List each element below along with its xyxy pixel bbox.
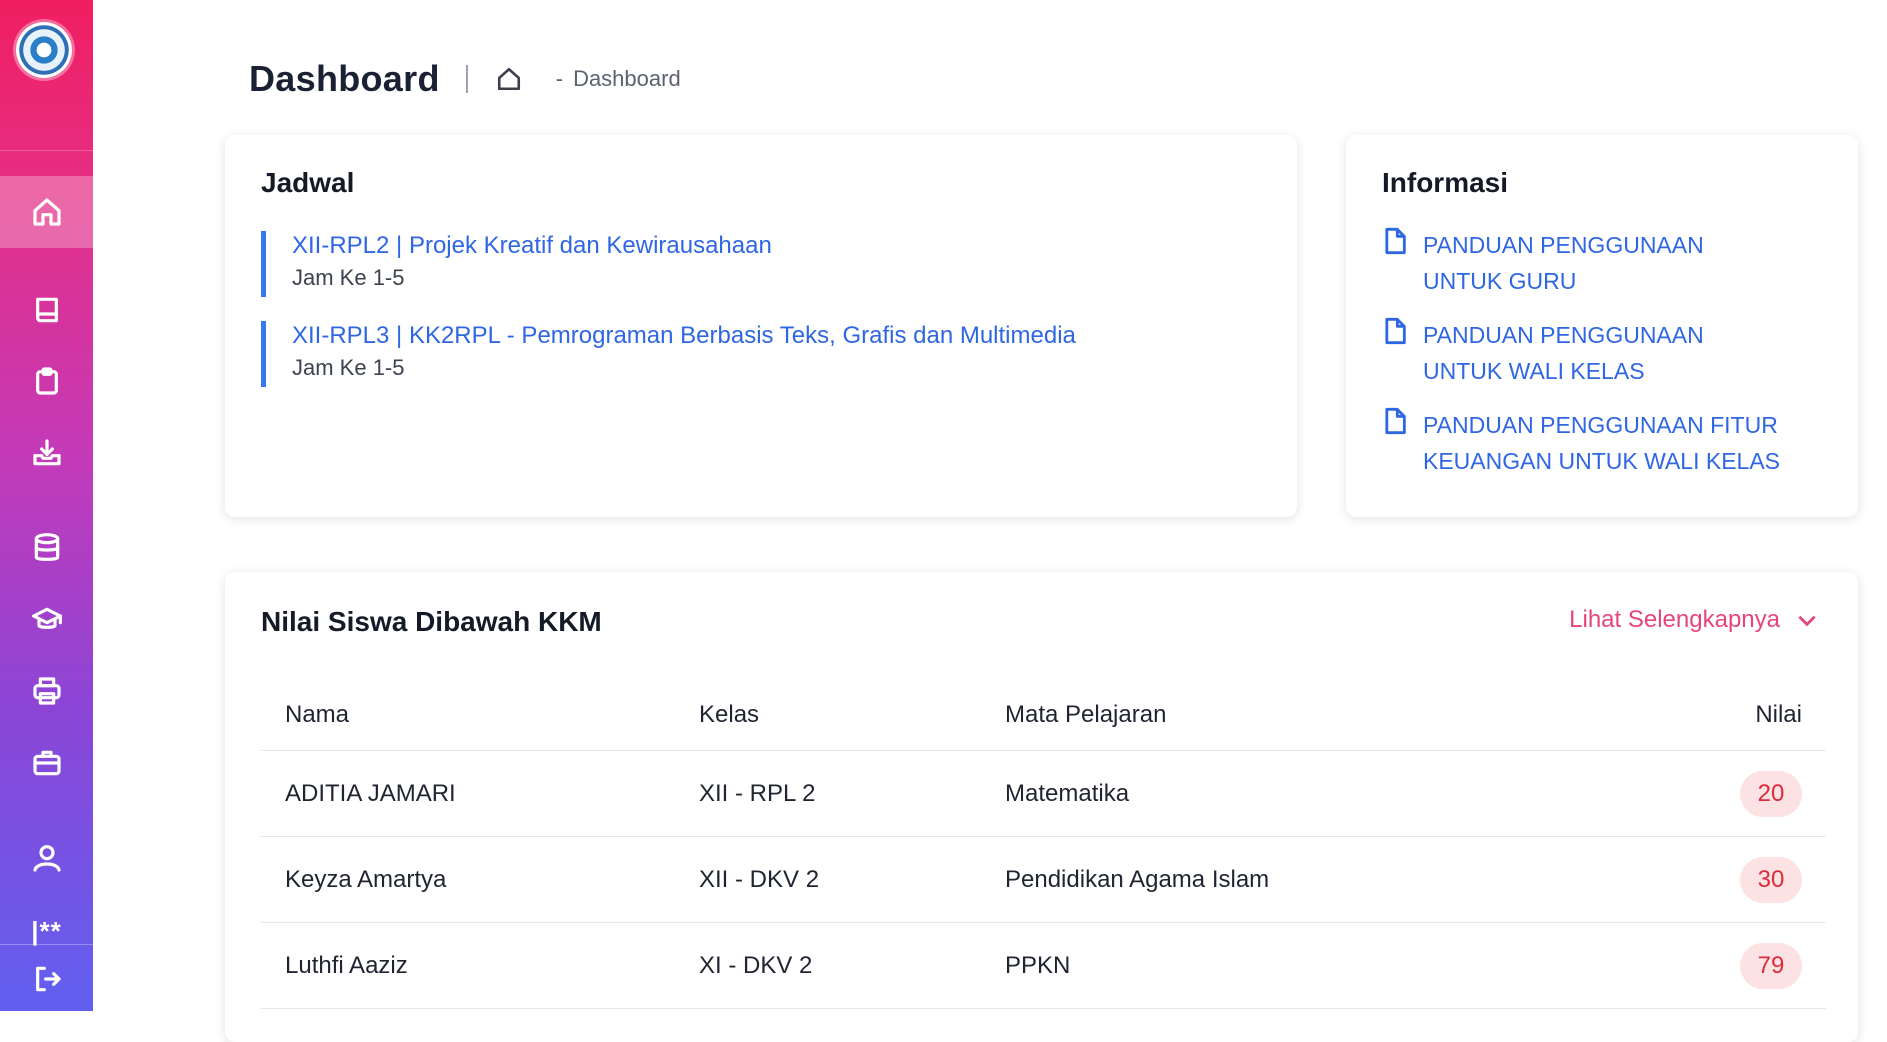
page-title: Dashboard (249, 58, 440, 99)
breadcrumb-separator: - (555, 66, 564, 91)
breadcrumb-current: Dashboard (573, 66, 681, 91)
home-icon (497, 67, 520, 91)
graduation-cap-icon (31, 607, 62, 629)
jadwal-item-time: Jam Ke 1-5 (292, 355, 405, 380)
book-icon (35, 297, 58, 323)
informasi-card: Informasi PANDUAN PENGGUNAAN UNTUK GURU … (1346, 135, 1858, 517)
sidebar-item-clipboard[interactable] (0, 345, 93, 417)
school-logo[interactable] (16, 22, 72, 78)
sidebar-item-graduation[interactable] (0, 584, 93, 656)
column-header-nilai: Nilai (1755, 701, 1802, 728)
password-icon: |** (31, 915, 62, 946)
nilai-badge: 30 (1740, 856, 1802, 903)
cell-mapel: Matematika (1005, 779, 1130, 807)
cell-nilai: 79 (1740, 923, 1802, 1008)
sidebar-divider (0, 944, 93, 945)
cell-mapel: PPKN (1005, 951, 1071, 979)
informasi-link-guru[interactable]: PANDUAN PENGGUNAAN UNTUK GURU (1423, 227, 1783, 299)
nilai-badge: 79 (1740, 942, 1802, 989)
sidebar-item-database[interactable] (0, 512, 93, 584)
breadcrumb-home[interactable] (496, 66, 522, 92)
table-row: Keyza Amartya XII - DKV 2 Pendidikan Aga… (261, 837, 1826, 923)
cell-nama: Luthfi Aaziz (285, 951, 408, 979)
cell-nilai: 30 (1740, 837, 1802, 922)
sidebar-item-download[interactable] (0, 417, 93, 489)
document-icon (1385, 407, 1406, 435)
nilai-table: Nama Kelas Mata Pelajaran Nilai ADITIA J… (261, 680, 1826, 1009)
page-header: Dashboard - Dashboard (249, 54, 681, 104)
jadwal-title: Jadwal (261, 167, 355, 198)
nilai-badge: 20 (1740, 770, 1802, 817)
jadwal-item-time: Jam Ke 1-5 (292, 265, 405, 290)
jadwal-item-link[interactable]: XII-RPL3 | KK2RPL - Pemrograman Berbasis… (292, 321, 1076, 351)
sidebar-item-home[interactable] (0, 176, 93, 248)
chevron-down-icon (1798, 615, 1816, 627)
cell-nilai: 20 (1740, 751, 1802, 836)
jadwal-item: XII-RPL3 | KK2RPL - Pemrograman Berbasis… (261, 321, 1076, 387)
cell-kelas: XII - DKV 2 (699, 865, 820, 893)
printer-icon (32, 677, 61, 705)
sidebar-item-book[interactable] (0, 274, 93, 346)
sidebar-logo-area (0, 0, 93, 151)
document-icon (1385, 317, 1406, 345)
informasi-title: Informasi (1382, 167, 1509, 198)
document-icon (1385, 227, 1406, 255)
table-row: Luthfi Aaziz XI - DKV 2 PPKN 79 (261, 923, 1826, 1009)
lihat-selengkapnya-label: Lihat Selengkapnya (1569, 606, 1780, 633)
cell-kelas: XI - DKV 2 (699, 951, 813, 979)
informasi-item[interactable]: PANDUAN PENGGUNAAN UNTUK WALI KELAS (1382, 317, 1783, 389)
jadwal-item: XII-RPL2 | Projek Kreatif dan Kewirausah… (261, 231, 772, 297)
nilai-title: Nilai Siswa Dibawah KKM (261, 606, 602, 637)
database-icon (34, 533, 59, 561)
column-header-kelas: Kelas (699, 701, 760, 728)
informasi-item[interactable]: PANDUAN PENGGUNAAN FITUR KEUANGAN UNTUK … (1382, 407, 1783, 479)
header-divider (465, 65, 468, 93)
download-tray-icon (32, 439, 61, 466)
column-header-mapel: Mata Pelajaran (1005, 701, 1167, 728)
table-header-row: Nama Kelas Mata Pelajaran Nilai (261, 680, 1826, 751)
informasi-link-wali-kelas[interactable]: PANDUAN PENGGUNAAN UNTUK WALI KELAS (1423, 317, 1783, 389)
logout-icon (35, 966, 61, 991)
informasi-link-keuangan[interactable]: PANDUAN PENGGUNAAN FITUR KEUANGAN UNTUK … (1423, 407, 1783, 479)
sidebar-item-logout[interactable] (0, 946, 93, 1011)
informasi-item[interactable]: PANDUAN PENGGUNAAN UNTUK GURU (1382, 227, 1783, 299)
cell-kelas: XII - RPL 2 (699, 779, 816, 807)
cell-nama: ADITIA JAMARI (285, 779, 456, 807)
jadwal-card: Jadwal XII-RPL2 | Projek Kreatif dan Kew… (225, 135, 1297, 517)
briefcase-icon (32, 750, 61, 776)
cell-nama: Keyza Amartya (285, 865, 447, 893)
jadwal-item-link[interactable]: XII-RPL2 | Projek Kreatif dan Kewirausah… (292, 231, 772, 261)
sidebar: |** (0, 0, 93, 1011)
column-header-nama: Nama (285, 701, 350, 728)
clipboard-icon (35, 367, 58, 395)
nilai-card: Nilai Siswa Dibawah KKM Lihat Selengkapn… (225, 572, 1858, 1042)
sidebar-item-profile[interactable] (0, 822, 93, 894)
sidebar-item-print[interactable] (0, 655, 93, 727)
home-icon (32, 198, 61, 226)
table-row: ADITIA JAMARI XII - RPL 2 Matematika 20 (261, 751, 1826, 837)
lihat-selengkapnya-button[interactable]: Lihat Selengkapnya (1569, 606, 1820, 634)
sidebar-item-briefcase[interactable] (0, 727, 93, 799)
cell-mapel: Pendidikan Agama Islam (1005, 865, 1270, 893)
user-icon (32, 845, 61, 872)
